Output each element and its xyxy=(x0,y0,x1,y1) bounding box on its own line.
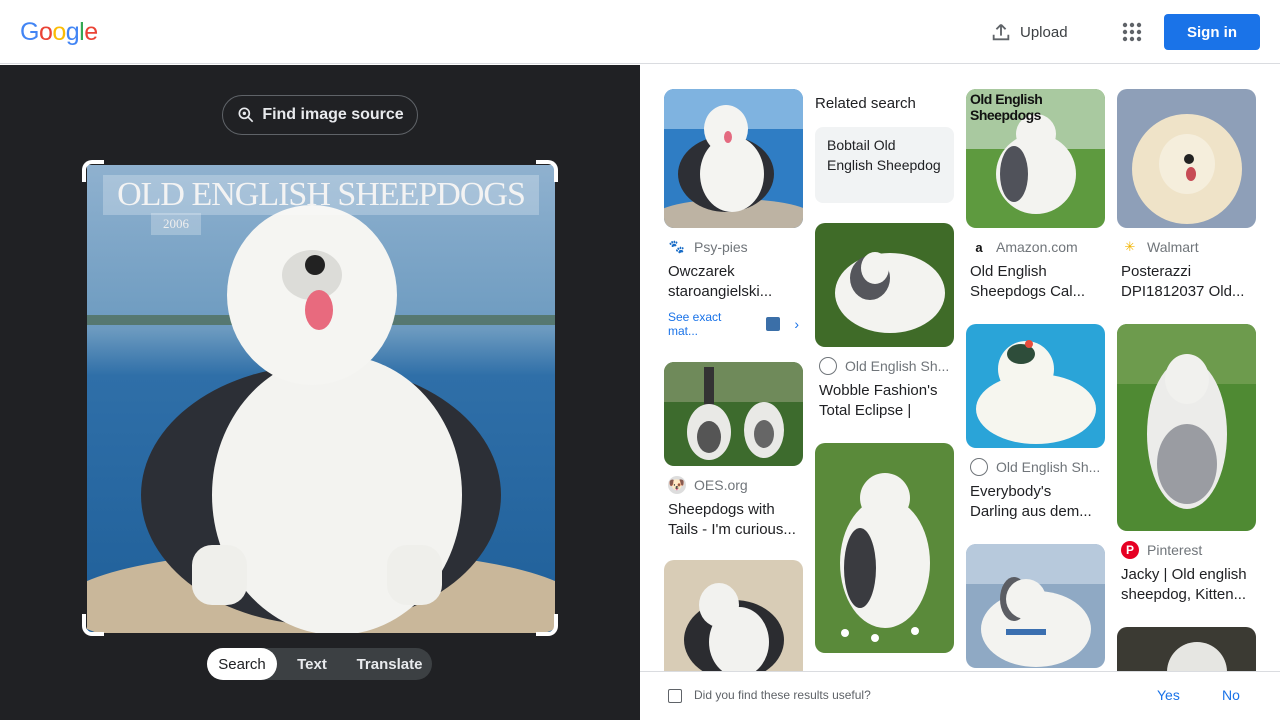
result-source: 🐾 Psy-pies xyxy=(668,236,799,258)
selected-image[interactable]: OLD ENGLISH SHEEPDOGS 2006 xyxy=(87,165,555,633)
result-thumbnail[interactable] xyxy=(1117,627,1256,671)
related-search-heading: Related search xyxy=(815,95,916,112)
result-title[interactable]: Posterazzi DPI1812037 Old... xyxy=(1121,262,1252,302)
result-source: a Amazon.com xyxy=(970,236,1101,258)
result-source-name: OES.org xyxy=(694,477,748,493)
lens-search-icon xyxy=(238,107,254,123)
google-logo[interactable]: Google xyxy=(20,18,98,47)
calendar-caption: Old English Sheepdogs xyxy=(970,91,1043,123)
feedback-bar: Did you find these results useful? Yes N… xyxy=(640,671,1280,720)
related-search-chip[interactable]: Bobtail Old English Sheepdog xyxy=(815,127,954,203)
result-source-name: Walmart xyxy=(1147,239,1199,255)
tab-translate[interactable]: Translate xyxy=(347,648,432,680)
feedback-no-button[interactable]: No xyxy=(1222,687,1240,703)
result-source-name: Amazon.com xyxy=(996,239,1078,255)
result-title[interactable]: Wobble Fashion's Total Eclipse | Old... xyxy=(819,381,950,421)
result-source-name: Old English Sh... xyxy=(845,358,950,374)
sheepdog-photo xyxy=(87,165,555,633)
visual-matches-panel: 🐾 Psy-pies Owczarek staroangielski... Se… xyxy=(640,65,1280,671)
apps-grid-icon[interactable] xyxy=(1120,20,1144,44)
result-card[interactable]: ✳ Walmart Posterazzi DPI1812037 Old... xyxy=(1117,89,1256,302)
result-card[interactable] xyxy=(664,560,803,671)
result-thumbnail[interactable] xyxy=(815,443,954,653)
globe-icon xyxy=(819,357,837,375)
feedback-yes-button[interactable]: Yes xyxy=(1157,687,1180,703)
globe-icon xyxy=(970,458,988,476)
logo-letter: e xyxy=(84,18,98,46)
result-thumbnail[interactable] xyxy=(1117,324,1256,531)
result-thumbnail[interactable] xyxy=(966,544,1105,668)
upload-icon xyxy=(992,24,1010,41)
result-source: Old English Sh... xyxy=(819,355,950,377)
paw-icon: 🐾 xyxy=(668,239,686,254)
result-card[interactable] xyxy=(966,544,1105,668)
sign-in-button[interactable]: Sign in xyxy=(1164,14,1260,50)
logo-letter: o xyxy=(52,18,66,46)
result-title[interactable]: Everybody's Darling aus dem... xyxy=(970,482,1101,522)
dog-avatar-icon: 🐶 xyxy=(668,476,686,494)
results-column: Related search Bobtail Old English Sheep… xyxy=(815,89,954,671)
result-card[interactable]: Old English Sh... Wobble Fashion's Total… xyxy=(815,223,954,421)
result-thumbnail[interactable] xyxy=(664,89,803,228)
result-source: 🐶 OES.org xyxy=(668,474,799,496)
result-thumbnail[interactable] xyxy=(1117,89,1256,228)
amazon-icon: a xyxy=(975,239,983,255)
result-source-name: Psy-pies xyxy=(694,239,748,255)
pinterest-icon: P xyxy=(1121,541,1139,559)
result-source: P Pinterest xyxy=(1121,539,1252,561)
result-thumbnail[interactable] xyxy=(664,362,803,466)
results-column: ✳ Walmart Posterazzi DPI1812037 Old... P… xyxy=(1117,89,1256,671)
result-source-name: Old English Sh... xyxy=(996,459,1101,475)
result-source: Old English Sh... xyxy=(970,456,1101,478)
crop-handle-bottom-right[interactable] xyxy=(536,614,558,636)
logo-letter: g xyxy=(65,18,80,46)
result-thumbnail[interactable] xyxy=(966,324,1105,448)
result-thumbnail[interactable]: Old English Sheepdogs xyxy=(966,89,1105,228)
see-exact-matches-label: See exact mat... xyxy=(668,310,722,338)
preview-image-title: OLD ENGLISH SHEEPDOGS xyxy=(103,175,539,215)
results-column: 🐾 Psy-pies Owczarek staroangielski... Se… xyxy=(664,89,803,671)
top-bar: Google Upload Sign in xyxy=(0,0,1280,64)
result-card[interactable]: Old English Sh... Everybody's Darling au… xyxy=(966,324,1105,522)
result-title[interactable]: Old English Sheepdogs Cal... xyxy=(970,262,1101,302)
tab-search[interactable]: Search xyxy=(207,648,277,680)
logo-letter: G xyxy=(20,18,39,46)
logo-letter: o xyxy=(38,18,53,46)
results-column: Old English Sheepdogs a Amazon.com Old E… xyxy=(966,89,1105,671)
result-thumbnail[interactable] xyxy=(664,560,803,671)
find-image-source-button[interactable]: Find image source xyxy=(222,95,418,135)
result-source: ✳ Walmart xyxy=(1121,236,1252,258)
result-card[interactable] xyxy=(815,443,954,653)
result-title[interactable]: Owczarek staroangielski... xyxy=(668,262,799,302)
result-title[interactable]: Jacky | Old english sheepdog, Kitten... xyxy=(1121,565,1252,605)
chevron-right-icon: › xyxy=(794,316,799,332)
result-source-name: Pinterest xyxy=(1147,542,1203,558)
walmart-spark-icon: ✳ xyxy=(1124,239,1136,254)
crop-handle-bottom-left[interactable] xyxy=(82,614,104,636)
feedback-question: Did you find these results useful? xyxy=(694,688,871,702)
find-image-source-label: Find image source xyxy=(262,106,404,123)
result-card[interactable]: P Pinterest Jacky | Old english sheepdog… xyxy=(1117,324,1256,605)
exact-match-thumbnail-icon xyxy=(766,317,781,331)
result-card[interactable] xyxy=(1117,627,1256,671)
result-card[interactable]: 🐾 Psy-pies Owczarek staroangielski... Se… xyxy=(664,89,803,338)
feedback-icon xyxy=(668,689,682,703)
upload-label: Upload xyxy=(1020,23,1068,41)
result-thumbnail[interactable] xyxy=(815,223,954,347)
tab-text[interactable]: Text xyxy=(277,648,347,680)
result-title[interactable]: Sheepdogs with Tails - I'm curious... xyxy=(668,500,799,540)
see-exact-matches-link[interactable]: See exact mat... › xyxy=(668,310,799,338)
crop-handle-top-right[interactable] xyxy=(536,160,558,182)
result-card[interactable]: 🐶 OES.org Sheepdogs with Tails - I'm cur… xyxy=(664,362,803,540)
image-preview-pane: Find image source OLD ENGLISH SHEEPDOGS … xyxy=(0,65,640,720)
upload-button[interactable]: Upload xyxy=(990,18,1068,46)
lens-mode-tabs: Search Text Translate xyxy=(207,648,432,680)
crop-handle-top-left[interactable] xyxy=(82,160,104,182)
preview-image-year: 2006 xyxy=(151,213,201,235)
result-card[interactable]: Old English Sheepdogs a Amazon.com Old E… xyxy=(966,89,1105,302)
